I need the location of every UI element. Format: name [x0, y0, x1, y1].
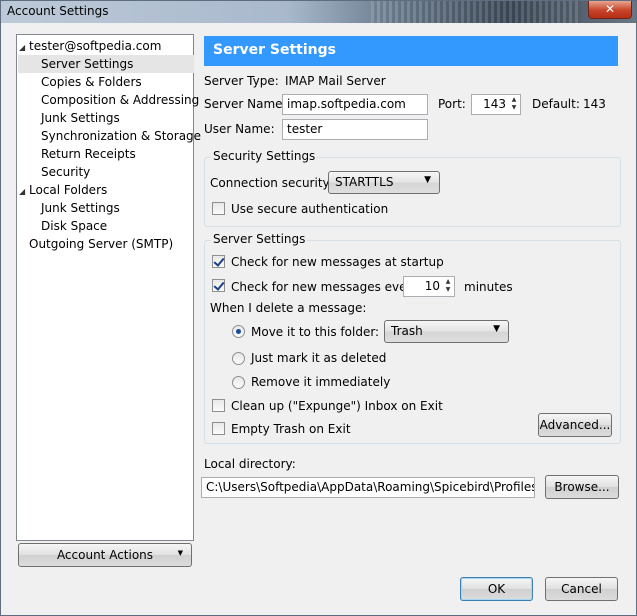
tree-item-label: Synchronization & Storage — [41, 129, 202, 143]
browse-button-label: Browse... — [554, 480, 610, 494]
check-interval-field[interactable]: 10 ▲ ▼ — [403, 276, 455, 297]
advanced-button-label: Advanced... — [539, 418, 611, 432]
window-title: Account Settings — [7, 4, 109, 18]
page-title: Server Settings — [213, 42, 336, 58]
tree-local-folders[interactable]: ◢ Local Folders — [19, 181, 107, 199]
account-actions-label: Account Actions — [56, 548, 154, 562]
tree-item-copies-folders[interactable]: Copies & Folders — [41, 73, 142, 91]
tree-item-synchronization[interactable]: Synchronization & Storage — [41, 127, 201, 145]
tree-item-label: Copies & Folders — [41, 75, 142, 89]
close-button[interactable]: ✕ — [588, 1, 632, 19]
dropdown-arrow-icon: ▼ — [424, 175, 431, 185]
local-directory-field[interactable]: C:\Users\Softpedia\AppData\Roaming\Spice… — [201, 477, 535, 498]
spin-down-icon[interactable]: ▼ — [443, 286, 453, 294]
ok-button-label: OK — [487, 582, 506, 596]
server-name-field[interactable]: imap.softpedia.com — [282, 94, 428, 115]
server-type-value: IMAP Mail Server — [285, 74, 386, 88]
local-directory-label: Local directory: — [204, 457, 296, 471]
security-settings-title: Security Settings — [211, 149, 318, 163]
browse-button[interactable]: Browse... — [545, 475, 619, 499]
tree-item-return-receipts[interactable]: Return Receipts — [41, 145, 136, 163]
tree-item-security[interactable]: Security — [41, 163, 90, 181]
tree-item-outgoing-server[interactable]: Outgoing Server (SMTP) — [29, 235, 173, 253]
minutes-label: minutes — [464, 280, 513, 294]
empty-trash-label: Empty Trash on Exit — [231, 422, 351, 436]
ok-button[interactable]: OK — [460, 577, 533, 601]
tree-item-server-settings[interactable]: Server Settings — [18, 55, 194, 73]
check-startup-label: Check for new messages at startup — [231, 255, 444, 269]
tree-item-label: Server Settings — [41, 57, 134, 71]
port-value: 143 — [483, 97, 506, 111]
tree-item-label: Composition & Addressing — [41, 93, 200, 107]
expanded-arrow-icon[interactable]: ◢ — [19, 183, 29, 201]
secure-auth-label: Use secure authentication — [231, 202, 389, 216]
default-port-value: 143 — [583, 97, 606, 111]
dropdown-arrow-icon: ▼ — [493, 324, 500, 334]
server-settings-title: Server Settings — [211, 232, 308, 246]
tree-item-label: Junk Settings — [41, 111, 120, 125]
tree-item-label: tester@softpedia.com — [29, 39, 162, 53]
cleanup-inbox-checkbox[interactable] — [212, 399, 225, 412]
connection-security-select[interactable]: STARTTLS ▼ — [328, 171, 440, 194]
dropdown-arrow-icon: ▼ — [177, 549, 183, 557]
account-tree: ◢ tester@softpedia.com Server Settings Co… — [16, 34, 201, 541]
tree-item-composition[interactable]: Composition & Addressing — [41, 91, 199, 109]
user-name-label: User Name: — [204, 122, 275, 136]
mark-deleted-label: Just mark it as deleted — [251, 351, 387, 365]
remove-immediately-radio[interactable] — [232, 376, 245, 389]
title-watermark — [371, 1, 581, 23]
tree-item-label: Return Receipts — [41, 147, 136, 161]
secure-auth-checkbox[interactable] — [212, 202, 225, 215]
tree-item-label: Local Folders — [29, 183, 108, 197]
title-bar[interactable]: Account Settings — [1, 1, 636, 23]
tree-item-local-junk-settings[interactable]: Junk Settings — [41, 199, 120, 217]
account-settings-window: Account Settings ✕ ◢ tester@softpedia.com… — [0, 0, 637, 616]
tree-item-disk-space[interactable]: Disk Space — [41, 217, 107, 235]
spin-up-icon[interactable]: ▲ — [509, 96, 519, 104]
connection-security-value: STARTTLS — [335, 175, 394, 189]
tree-account-tester[interactable]: ◢ tester@softpedia.com — [19, 37, 161, 55]
move-to-folder-radio[interactable] — [232, 325, 245, 338]
tree-item-label: Outgoing Server (SMTP) — [29, 237, 174, 251]
default-port-label: Default: — [532, 97, 580, 111]
tree-item-junk-settings[interactable]: Junk Settings — [41, 109, 120, 127]
remove-immediately-label: Remove it immediately — [251, 375, 391, 389]
tree-item-label: Disk Space — [41, 219, 108, 233]
port-spinner[interactable]: ▲ ▼ — [509, 96, 519, 113]
server-type-label: Server Type: — [204, 74, 279, 88]
check-interval-value: 10 — [424, 279, 440, 293]
move-to-folder-label: Move it to this folder: — [251, 325, 380, 339]
trash-folder-select[interactable]: Trash ▼ — [384, 320, 509, 343]
connection-security-label: Connection security: — [210, 176, 333, 190]
port-field[interactable]: 143 ▲ ▼ — [471, 94, 521, 115]
check-every-checkbox[interactable] — [212, 279, 225, 292]
check-every-label: Check for new messages every — [231, 280, 419, 294]
user-name-field[interactable]: tester — [282, 119, 428, 140]
delete-message-label: When I delete a message: — [210, 301, 367, 315]
mark-deleted-radio[interactable] — [232, 352, 245, 365]
server-name-label: Server Name: — [204, 97, 287, 111]
panel-header: Server Settings — [204, 36, 618, 66]
tree-item-label: Security — [41, 165, 91, 179]
cancel-button[interactable]: Cancel — [545, 577, 618, 601]
cancel-button-label: Cancel — [561, 582, 602, 596]
check-startup-checkbox[interactable] — [212, 255, 225, 268]
account-actions-button[interactable]: Account Actions ▼ — [18, 543, 192, 567]
interval-spinner[interactable]: ▲ ▼ — [443, 278, 453, 295]
spin-down-icon[interactable]: ▼ — [509, 104, 519, 112]
port-label: Port: — [438, 97, 466, 111]
advanced-button[interactable]: Advanced... — [538, 413, 612, 437]
cleanup-inbox-label: Clean up ("Expunge") Inbox on Exit — [231, 399, 443, 413]
trash-folder-value: Trash — [391, 324, 423, 338]
spin-up-icon[interactable]: ▲ — [443, 278, 453, 286]
tree-item-label: Junk Settings — [41, 201, 120, 215]
empty-trash-checkbox[interactable] — [212, 422, 225, 435]
